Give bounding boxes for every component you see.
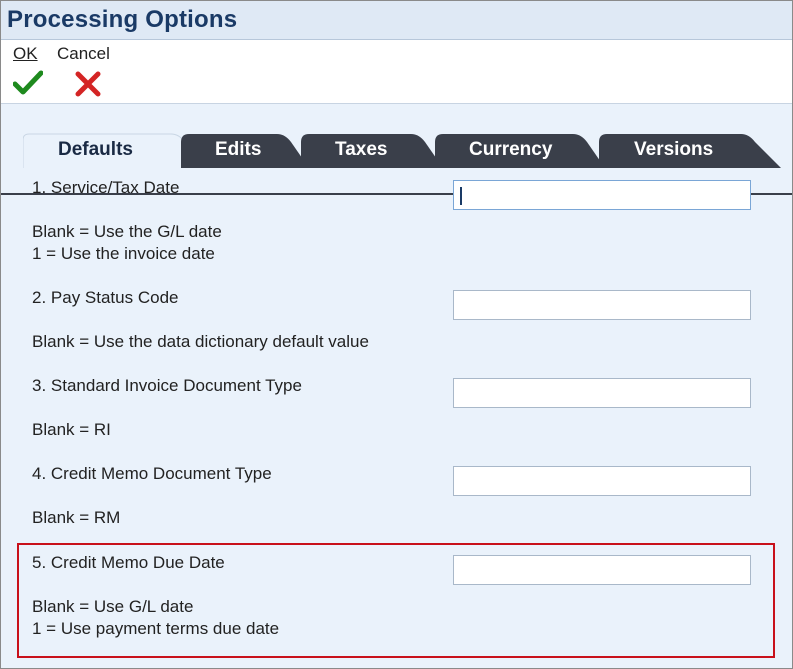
tab-strip: Defaults Edits Taxes Currency Versions	[1, 132, 792, 195]
tab-taxes[interactable]: Taxes	[301, 132, 451, 168]
help-line: Blank = Use the data dictionary default …	[32, 332, 369, 351]
ok-button[interactable]: OK	[13, 44, 43, 95]
tab-versions-label: Versions	[634, 139, 714, 160]
help-line: Blank = Use the G/L date	[32, 222, 222, 241]
window-title: Processing Options	[7, 6, 238, 33]
option-4-label: 4. Credit Memo Document Type	[32, 464, 272, 483]
tab-taxes-label: Taxes	[335, 139, 388, 160]
option-5-help: Blank = Use G/L date 1 = Use payment ter…	[32, 596, 279, 640]
option-2-help: Blank = Use the data dictionary default …	[32, 331, 369, 353]
ok-label: OK	[13, 44, 38, 63]
option-3-label: 3. Standard Invoice Document Type	[32, 376, 302, 395]
option-4-help: Blank = RM	[32, 507, 120, 529]
help-line: 1 = Use payment terms due date	[32, 619, 280, 638]
toolbar: OK Cancel	[1, 40, 792, 104]
checkmark-icon	[13, 70, 43, 95]
tab-versions[interactable]: Versions	[599, 132, 792, 168]
option-3-help: Blank = RI	[32, 419, 111, 441]
processing-options-window: Processing Options OK Cancel Defaults Ed…	[0, 0, 793, 669]
option-1-help: Blank = Use the G/L date 1 = Use the inv…	[32, 221, 222, 265]
help-line: Blank = RI	[32, 420, 111, 439]
tab-currency[interactable]: Currency	[435, 132, 615, 168]
tab-edits[interactable]: Edits	[181, 132, 321, 168]
option-1-label: 1. Service/Tax Date	[32, 178, 180, 197]
option-4-input[interactable]	[453, 466, 751, 496]
help-line: Blank = RM	[32, 508, 121, 527]
option-2-label: 2. Pay Status Code	[32, 288, 179, 307]
tab-defaults-label: Defaults	[58, 139, 133, 160]
option-3-input[interactable]	[453, 378, 751, 408]
title-bar: Processing Options	[1, 1, 792, 40]
option-1-input[interactable]	[453, 180, 751, 210]
tab-currency-label: Currency	[469, 139, 553, 160]
x-icon	[75, 71, 101, 97]
option-5-label: 5. Credit Memo Due Date	[32, 553, 225, 572]
help-line: 1 = Use the invoice date	[32, 244, 215, 263]
tab-edits-label: Edits	[215, 139, 262, 160]
cancel-button[interactable]: Cancel	[57, 44, 110, 97]
cancel-label: Cancel	[57, 44, 110, 63]
text-caret	[460, 187, 462, 205]
options-panel: Defaults Edits Taxes Currency Versions 1…	[1, 104, 792, 668]
option-2-input[interactable]	[453, 290, 751, 320]
help-line: Blank = Use G/L date	[32, 597, 194, 616]
option-5-input[interactable]	[453, 555, 751, 585]
